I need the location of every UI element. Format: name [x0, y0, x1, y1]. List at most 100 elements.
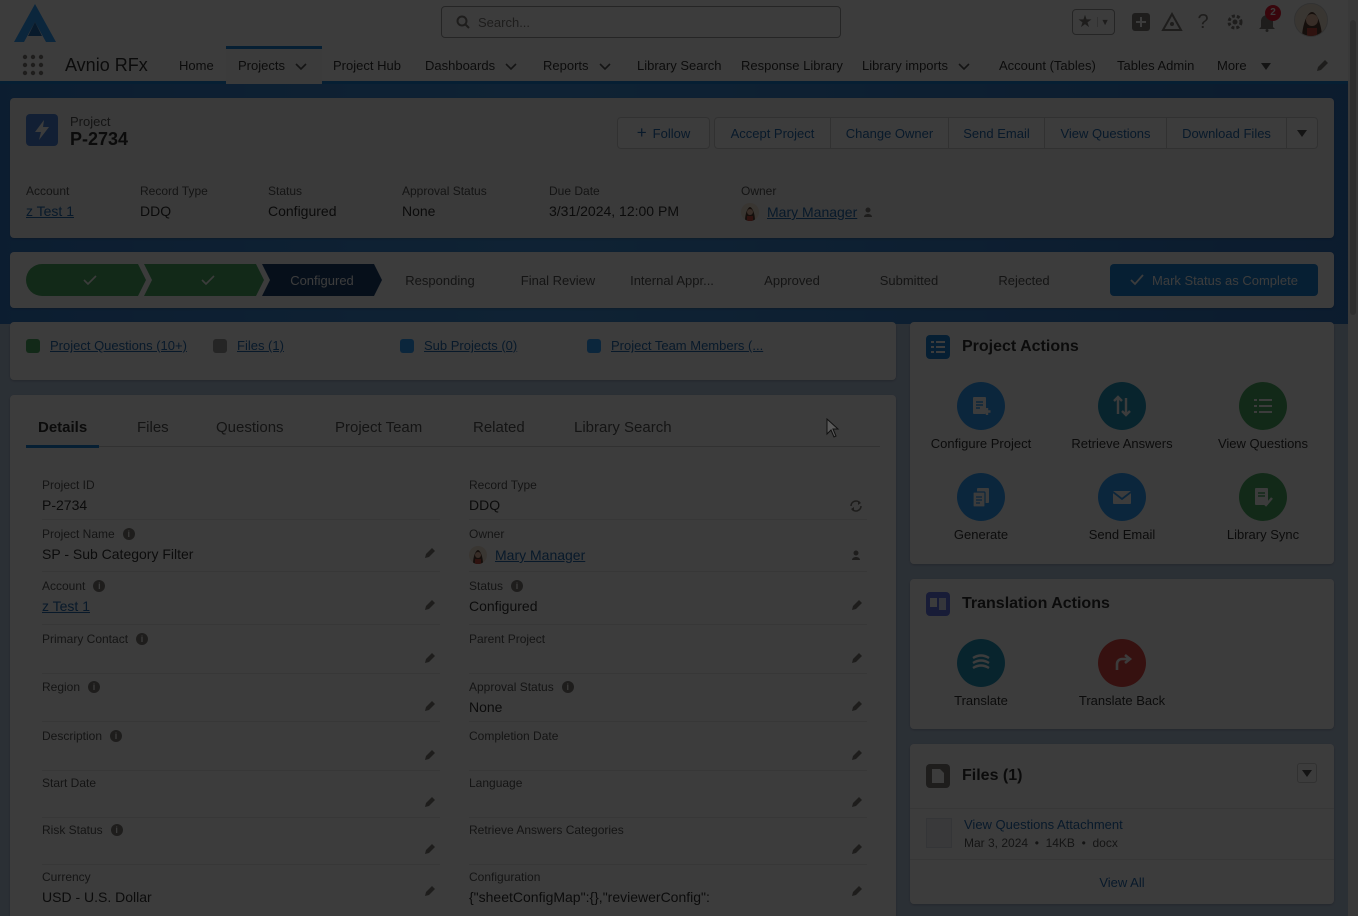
pencil-icon[interactable]: [851, 843, 863, 855]
link-label[interactable]: Project Team Members (...: [611, 338, 763, 353]
chevron-down-icon[interactable]: [598, 62, 611, 71]
pencil-icon[interactable]: [424, 599, 436, 611]
button-label: Follow: [652, 125, 691, 141]
search-input[interactable]: [478, 11, 828, 33]
link-label[interactable]: Sub Projects (0): [424, 338, 517, 353]
info-icon[interactable]: i: [511, 580, 524, 592]
global-search[interactable]: [441, 6, 841, 38]
nav-item-account-tables[interactable]: Account (Tables): [999, 46, 1096, 84]
setup-button[interactable]: [1224, 8, 1246, 36]
send-email-button[interactable]: Send Email: [948, 117, 1045, 149]
nav-item-project-hub[interactable]: Project Hub: [333, 46, 401, 84]
path-step-responding[interactable]: Responding: [380, 264, 500, 296]
action-send-email[interactable]: Send Email: [1067, 473, 1177, 542]
more-actions-button[interactable]: [1286, 117, 1318, 149]
favorites-button[interactable]: ★ ▼: [1072, 9, 1115, 35]
nav-item-home[interactable]: Home: [179, 46, 214, 84]
path-step-current[interactable]: Configured: [262, 264, 382, 296]
account-link[interactable]: z Test 1: [42, 598, 440, 616]
action-retrieve-answers[interactable]: Retrieve Answers: [1067, 382, 1177, 451]
view-questions-button[interactable]: View Questions: [1044, 117, 1167, 149]
pencil-icon[interactable]: [851, 796, 863, 808]
action-translate[interactable]: Translate: [926, 639, 1036, 708]
change-record-type-icon[interactable]: [849, 500, 863, 512]
pencil-icon[interactable]: [424, 885, 436, 897]
info-icon[interactable]: i: [88, 681, 101, 693]
action-view-questions[interactable]: View Questions: [1208, 382, 1318, 451]
path-step-internal-approval[interactable]: Internal Appr...: [612, 264, 732, 296]
info-icon[interactable]: i: [561, 681, 574, 693]
pencil-icon[interactable]: [424, 652, 436, 664]
tab-library-search[interactable]: Library Search: [574, 419, 672, 436]
pencil-icon[interactable]: [424, 700, 436, 712]
nav-item-response-library[interactable]: Response Library: [741, 46, 843, 84]
info-icon[interactable]: i: [110, 824, 123, 836]
mark-status-complete-button[interactable]: Mark Status as Complete: [1110, 264, 1318, 296]
download-files-button[interactable]: Download Files: [1166, 117, 1287, 149]
record-header: Project P-2734 + Follow Accept Project Ch…: [10, 98, 1334, 238]
help-icon[interactable]: ?: [1192, 8, 1214, 36]
pencil-icon[interactable]: [851, 652, 863, 664]
nav-item-library-search[interactable]: Library Search: [637, 46, 722, 84]
pencil-icon[interactable]: [851, 700, 863, 712]
owner-link[interactable]: Mary Manager: [767, 204, 857, 220]
avnio-logo-icon[interactable]: [12, 2, 58, 44]
trailhead-button[interactable]: [1160, 8, 1184, 36]
path-step-rejected[interactable]: Rejected: [964, 264, 1084, 296]
related-link-sub-projects[interactable]: Sub Projects (0): [400, 338, 517, 353]
action-translate-back[interactable]: Translate Back: [1067, 639, 1177, 708]
action-configure-project[interactable]: Configure Project: [926, 382, 1036, 451]
pencil-icon[interactable]: [424, 796, 436, 808]
path-step-submitted[interactable]: Submitted: [849, 264, 969, 296]
global-actions-button[interactable]: [1130, 8, 1152, 36]
nav-item-library-imports[interactable]: Library imports: [862, 46, 970, 84]
nav-item-reports[interactable]: Reports: [543, 46, 611, 84]
path-step-approved[interactable]: Approved: [732, 264, 852, 296]
change-owner-button[interactable]: Change Owner: [830, 117, 949, 149]
nav-item-more[interactable]: More: [1217, 46, 1271, 84]
app-launcher-icon[interactable]: [22, 54, 44, 76]
path-step-final-review[interactable]: Final Review: [498, 264, 618, 296]
tab-questions[interactable]: Questions: [216, 419, 284, 436]
chevron-down-icon[interactable]: [505, 62, 517, 71]
edit-nav-icon[interactable]: [1316, 59, 1329, 72]
action-generate[interactable]: Generate: [926, 473, 1036, 542]
nav-item-dashboards[interactable]: Dashboards: [425, 46, 517, 84]
chevron-down-icon[interactable]: [958, 62, 970, 71]
file-link[interactable]: View Questions Attachment: [964, 817, 1123, 832]
change-owner-icon[interactable]: [851, 549, 863, 561]
nav-item-projects[interactable]: Projects: [226, 46, 322, 84]
follow-button[interactable]: + Follow: [617, 117, 710, 149]
pencil-icon[interactable]: [424, 749, 436, 761]
pencil-icon[interactable]: [851, 749, 863, 761]
info-icon[interactable]: i: [93, 580, 106, 592]
related-link-project-questions[interactable]: Project Questions (10+): [26, 338, 187, 353]
scrollbar-thumb[interactable]: [1350, 20, 1356, 315]
page-scrollbar[interactable]: [1348, 0, 1358, 916]
link-label[interactable]: Files (1): [237, 338, 284, 353]
accept-project-button[interactable]: Accept Project: [714, 117, 831, 149]
info-icon[interactable]: i: [122, 528, 135, 540]
tab-details[interactable]: Details: [25, 419, 100, 448]
files-card-menu-button[interactable]: [1297, 763, 1317, 783]
view-all-files-link[interactable]: View All: [910, 875, 1334, 890]
pencil-icon[interactable]: [851, 885, 863, 897]
pencil-icon[interactable]: [851, 599, 863, 611]
info-icon[interactable]: i: [136, 633, 149, 645]
tab-files[interactable]: Files: [137, 419, 169, 436]
user-avatar[interactable]: [1294, 3, 1328, 37]
info-icon[interactable]: i: [110, 730, 123, 742]
link-label[interactable]: Project Questions (10+): [50, 338, 187, 353]
related-link-files[interactable]: Files (1): [213, 338, 284, 353]
nav-item-tables-admin[interactable]: Tables Admin: [1117, 46, 1194, 84]
tab-related[interactable]: Related: [473, 419, 525, 436]
chevron-down-icon[interactable]: [295, 62, 307, 71]
related-link-team-members[interactable]: Project Team Members (...: [587, 338, 763, 353]
pencil-icon[interactable]: [424, 547, 436, 559]
tab-project-team[interactable]: Project Team: [335, 419, 422, 436]
owner-link[interactable]: Mary Manager: [495, 547, 585, 563]
change-owner-icon[interactable]: [863, 206, 875, 218]
action-library-sync[interactable]: Library Sync: [1208, 473, 1318, 542]
account-link[interactable]: z Test 1: [26, 203, 74, 219]
pencil-icon[interactable]: [424, 843, 436, 855]
